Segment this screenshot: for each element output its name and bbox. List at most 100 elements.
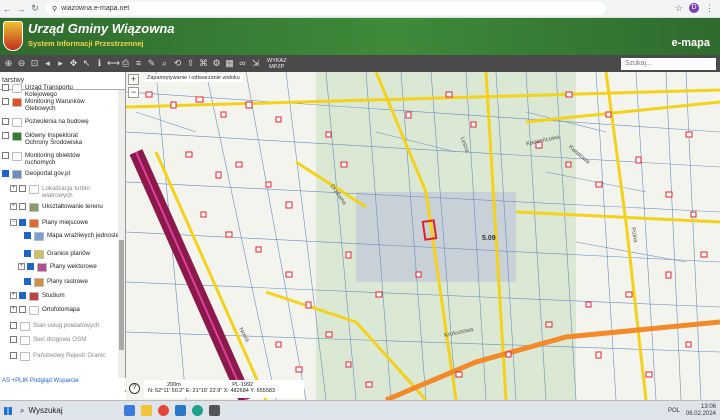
- windows-taskbar: ⌕ Wyszukaj POL 13:06 06.02.2024: [0, 400, 720, 420]
- map-zoom-in-button[interactable]: +: [128, 74, 139, 85]
- zoom-window-icon[interactable]: ⊡: [29, 58, 40, 69]
- app-icon-store[interactable]: [209, 405, 220, 416]
- layer-checkbox[interactable]: [2, 152, 9, 159]
- expand-toggle[interactable]: +: [10, 292, 17, 299]
- layer-item[interactable]: + Studium: [10, 292, 120, 301]
- layer-item[interactable]: Monitoring Warunków Glebowych: [2, 98, 103, 112]
- layer-item[interactable]: Sieć drogowa OSM: [10, 336, 111, 345]
- tag-icon[interactable]: ⌘: [198, 58, 209, 69]
- taskbar-search[interactable]: ⌕ Wyszukaj: [20, 406, 110, 416]
- app-icon-edge[interactable]: [192, 405, 203, 416]
- expand-toggle[interactable]: +: [10, 185, 17, 192]
- export-icon[interactable]: ⇲: [250, 58, 261, 69]
- settings-icon[interactable]: ⚙: [211, 58, 222, 69]
- map-view[interactable]: Zapamiętywanie i odtwarzanie widoku + − …: [126, 72, 720, 400]
- forward-icon[interactable]: →: [14, 4, 28, 14]
- clock[interactable]: 13:06 06.02.2024: [686, 404, 716, 418]
- layer-icon: [34, 232, 44, 241]
- share-icon[interactable]: ⇪: [185, 58, 196, 69]
- link-icon[interactable]: ∞: [237, 58, 248, 69]
- layer-item[interactable]: Urząd Transportu Kolejowego: [2, 84, 103, 98]
- expand-toggle[interactable]: −: [10, 219, 17, 226]
- layer-item[interactable]: + Lokalizacja turbin wiatrowych: [10, 185, 120, 199]
- windows-start-icon[interactable]: [4, 406, 12, 415]
- layer-label: Państwowy Rejestr Granic: [33, 352, 106, 359]
- layer-checkbox[interactable]: [19, 292, 26, 299]
- layer-item[interactable]: Stan usług powiatowych: [10, 322, 111, 331]
- layer-checkbox[interactable]: [27, 263, 34, 270]
- measure-icon[interactable]: ⟷: [107, 58, 120, 69]
- layer-label: Granice planów: [47, 250, 90, 257]
- reload-icon[interactable]: ↻: [28, 3, 42, 14]
- layer-item[interactable]: Plany rastrowe: [24, 278, 125, 287]
- star-icon[interactable]: ☆: [675, 3, 683, 14]
- layer-checkbox[interactable]: [10, 336, 17, 343]
- layers-icon[interactable]: ≡: [133, 58, 144, 69]
- layer-checkbox[interactable]: [2, 118, 9, 125]
- draw-icon[interactable]: ✎: [146, 58, 157, 69]
- app-icon-chrome[interactable]: [158, 405, 169, 416]
- layer-item[interactable]: Granice planów: [24, 250, 125, 259]
- layer-checkbox[interactable]: [19, 306, 26, 313]
- layer-item[interactable]: Monitoring obiektów ruchomych: [2, 152, 103, 166]
- expand-toggle[interactable]: +: [10, 203, 17, 210]
- layer-item[interactable]: − Plany miejscowe: [10, 219, 120, 228]
- layer-checkbox[interactable]: [10, 352, 17, 359]
- layer-item[interactable]: + Ortofotomapa: [10, 306, 120, 315]
- language-indicator[interactable]: POL: [668, 408, 680, 414]
- layer-item[interactable]: + Ukształtowanie terenu: [10, 203, 120, 212]
- layer-checkbox[interactable]: [2, 170, 9, 177]
- layer-checkbox[interactable]: [19, 219, 26, 226]
- zoom-next-icon[interactable]: ▸: [55, 58, 66, 69]
- railway-center: [135, 151, 247, 400]
- selected-parcel[interactable]: [421, 219, 438, 241]
- app-icon-explorer[interactable]: [141, 405, 152, 416]
- zoom-previous-icon[interactable]: ◂: [42, 58, 53, 69]
- back-icon[interactable]: ←: [0, 4, 14, 14]
- layer-checkbox[interactable]: [24, 278, 31, 285]
- map-zoom-out-button[interactable]: −: [128, 87, 139, 98]
- layer-checkbox[interactable]: [19, 185, 26, 192]
- site-info-icon[interactable]: ⚲: [52, 5, 57, 13]
- layer-checkbox[interactable]: [24, 250, 31, 257]
- zoom-in-icon[interactable]: ⊕: [3, 58, 14, 69]
- layer-checkbox[interactable]: [19, 203, 26, 210]
- search-input[interactable]: Szukaj...: [621, 57, 716, 70]
- layer-item[interactable]: Państwowy Rejestr Granic: [10, 352, 111, 361]
- layer-checkbox[interactable]: [2, 98, 9, 105]
- screen: ← → ↻ ⚲ wiazowna.e-mapa.net ☆ D ⋮ Urząd …: [0, 0, 720, 420]
- search-icon[interactable]: ⌕: [159, 58, 170, 69]
- layer-checkbox[interactable]: [10, 322, 17, 329]
- wykaz-mpzp-button[interactable]: WYKAZ MPZP: [267, 58, 287, 70]
- app-title: Urząd Gminy Wiązowna: [28, 21, 175, 36]
- info-icon[interactable]: ℹ: [94, 58, 105, 69]
- layer-checkbox[interactable]: [2, 84, 9, 91]
- expand-toggle[interactable]: +: [18, 263, 25, 270]
- expand-toggle[interactable]: +: [10, 306, 17, 313]
- layer-checkbox[interactable]: [2, 132, 9, 139]
- layer-label: Urząd Transportu Kolejowego: [25, 84, 73, 98]
- zoom-out-icon[interactable]: ⊖: [16, 58, 27, 69]
- view-memory-label[interactable]: Zapamiętywanie i odtwarzanie widoku: [144, 74, 243, 82]
- app-icon-mail[interactable]: [175, 405, 186, 416]
- layer-item[interactable]: Pozwolenia na budowę: [2, 118, 103, 127]
- history-icon[interactable]: ⟲: [172, 58, 183, 69]
- sidebar-scrollbar[interactable]: [118, 90, 125, 390]
- map-help-button[interactable]: ?: [129, 383, 140, 394]
- layer-label: Sieć drogowa OSM: [33, 336, 87, 343]
- grid-icon[interactable]: ▦: [224, 58, 235, 69]
- layer-item[interactable]: + Plany wektorowe: [18, 263, 125, 272]
- pan-icon[interactable]: ✥: [68, 58, 79, 69]
- profile-avatar[interactable]: D: [689, 3, 699, 13]
- layer-item[interactable]: Główny Inspektorat Ochrony Środowiska: [2, 132, 103, 146]
- arrow-icon[interactable]: ↖: [81, 58, 92, 69]
- app-icon-widgets[interactable]: [124, 405, 135, 416]
- layer-item[interactable]: Mapa wrażliwych jednostek: [24, 232, 125, 241]
- scrollbar-thumb[interactable]: [119, 240, 124, 350]
- sidebar-footer-links[interactable]: AS +PLIK Podgląd Wsparcie: [0, 378, 126, 390]
- url-field[interactable]: ⚲ wiazowna.e-mapa.net: [46, 2, 606, 15]
- print-icon[interactable]: ⎙: [120, 58, 131, 69]
- layer-checkbox[interactable]: [24, 232, 31, 239]
- menu-icon[interactable]: ⋮: [705, 3, 714, 14]
- layer-item[interactable]: Geoportal.gov.pl: [2, 170, 103, 179]
